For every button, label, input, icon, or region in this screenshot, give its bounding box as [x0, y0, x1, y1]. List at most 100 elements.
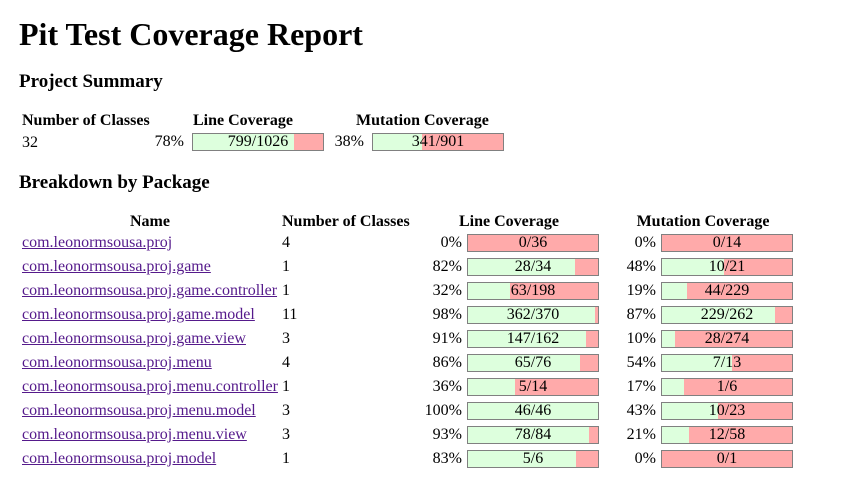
breakdown-classes-header: Number of Classes [282, 213, 410, 230]
summary-line-coverage-header: Line Coverage [193, 112, 293, 129]
breakdown-mutation-coverage-header: Mutation Coverage [636, 213, 770, 230]
package-line-coverage-bar: 65/76 [467, 354, 599, 372]
package-classes-count: 1 [282, 282, 290, 299]
package-classes-count: 3 [282, 402, 290, 419]
package-line-coverage-percent: 93% [432, 426, 462, 443]
package-classes-count: 3 [282, 426, 290, 443]
package-link[interactable]: com.leonormsousa.proj [22, 234, 172, 251]
package-line-coverage-label: 147/162 [506, 330, 560, 347]
package-name-cell: com.leonormsousa.proj.game.view [22, 329, 246, 349]
project-summary-heading: Project Summary [19, 71, 163, 92]
package-link[interactable]: com.leonormsousa.proj.game.view [22, 330, 246, 347]
package-line-coverage-label: 28/34 [514, 258, 552, 275]
package-line-coverage-percent: 36% [432, 378, 462, 395]
summary-classes-value: 32 [22, 134, 38, 151]
package-mutation-coverage-percent: 48% [626, 258, 656, 275]
package-line-coverage-label: 46/46 [514, 402, 552, 419]
package-name-cell: com.leonormsousa.proj.model [22, 449, 216, 469]
package-line-coverage-bar: 0/36 [467, 234, 599, 252]
package-line-coverage-label: 78/84 [514, 426, 552, 443]
summary-mutation-coverage-label: 341/901 [411, 133, 465, 150]
package-mutation-coverage-percent: 43% [626, 402, 656, 419]
summary-line-coverage-bar: 799/1026 [192, 133, 324, 151]
package-mutation-coverage-bar: 44/229 [661, 282, 793, 300]
package-line-coverage-bar: 5/14 [467, 378, 599, 396]
summary-classes-header: Number of Classes [22, 112, 150, 129]
package-mutation-coverage-bar: 28/274 [661, 330, 793, 348]
breakdown-name-header: Name [130, 213, 170, 230]
package-link[interactable]: com.leonormsousa.proj.menu.controller [22, 378, 278, 395]
package-line-coverage-label: 0/36 [518, 234, 548, 251]
package-classes-count: 1 [282, 378, 290, 395]
package-line-coverage-percent: 86% [432, 354, 462, 371]
package-line-coverage-percent: 82% [432, 258, 462, 275]
package-name-cell: com.leonormsousa.proj.menu.model [22, 401, 256, 421]
package-name-cell: com.leonormsousa.proj.game.model [22, 305, 255, 325]
summary-line-coverage-label: 799/1026 [227, 133, 289, 150]
package-mutation-coverage-percent: 17% [626, 378, 656, 395]
package-mutation-coverage-bar: 229/262 [661, 306, 793, 324]
package-line-coverage-percent: 0% [440, 234, 462, 251]
package-line-coverage-bar: 147/162 [467, 330, 599, 348]
package-name-cell: com.leonormsousa.proj [22, 233, 172, 253]
package-link[interactable]: com.leonormsousa.proj.menu.model [22, 402, 256, 419]
package-mutation-coverage-percent: 87% [626, 306, 656, 323]
package-mutation-coverage-bar: 12/58 [661, 426, 793, 444]
package-mutation-coverage-percent: 0% [634, 234, 656, 251]
package-link[interactable]: com.leonormsousa.proj.game [22, 258, 211, 275]
package-mutation-coverage-percent: 21% [626, 426, 656, 443]
breakdown-line-coverage-header: Line Coverage [459, 213, 559, 230]
package-line-coverage-label: 5/6 [522, 450, 544, 467]
package-line-coverage-bar: 5/6 [467, 450, 599, 468]
package-mutation-coverage-percent: 19% [626, 282, 656, 299]
package-classes-count: 4 [282, 234, 290, 251]
package-mutation-coverage-label: 0/1 [716, 450, 738, 467]
package-mutation-coverage-label: 0/14 [712, 234, 742, 251]
breakdown-heading: Breakdown by Package [19, 172, 210, 193]
package-classes-count: 1 [282, 450, 290, 467]
package-mutation-coverage-percent: 0% [634, 450, 656, 467]
summary-line-coverage-percent: 78% [154, 133, 184, 150]
package-mutation-coverage-percent: 10% [626, 330, 656, 347]
package-line-coverage-percent: 100% [424, 402, 462, 419]
package-link[interactable]: com.leonormsousa.proj.menu [22, 354, 212, 371]
summary-mutation-coverage-bar: 341/901 [372, 133, 504, 151]
package-line-coverage-bar: 362/370 [467, 306, 599, 324]
package-link[interactable]: com.leonormsousa.proj.model [22, 450, 216, 467]
package-classes-count: 11 [282, 306, 298, 323]
package-link[interactable]: com.leonormsousa.proj.game.model [22, 306, 255, 323]
package-mutation-coverage-bar: 1/6 [661, 378, 793, 396]
package-line-coverage-percent: 91% [432, 330, 462, 347]
package-mutation-coverage-bar: 10/21 [661, 258, 793, 276]
package-line-coverage-bar: 78/84 [467, 426, 599, 444]
package-link[interactable]: com.leonormsousa.proj.game.controller [22, 282, 277, 299]
package-name-cell: com.leonormsousa.proj.menu.view [22, 425, 247, 445]
package-mutation-coverage-label: 10/23 [708, 402, 746, 419]
package-line-coverage-label: 362/370 [506, 306, 560, 323]
package-mutation-coverage-bar: 0/14 [661, 234, 793, 252]
summary-mutation-coverage-header: Mutation Coverage [356, 112, 489, 129]
package-line-coverage-bar: 63/198 [467, 282, 599, 300]
package-line-coverage-label: 65/76 [514, 354, 552, 371]
package-mutation-coverage-label: 1/6 [716, 378, 738, 395]
package-line-coverage-percent: 32% [432, 282, 462, 299]
package-classes-count: 1 [282, 258, 290, 275]
summary-mutation-coverage-percent: 38% [334, 133, 364, 150]
package-link[interactable]: com.leonormsousa.proj.menu.view [22, 426, 247, 443]
package-mutation-coverage-label: 7/13 [712, 354, 742, 371]
package-line-coverage-label: 63/198 [510, 282, 556, 299]
package-line-coverage-percent: 98% [432, 306, 462, 323]
package-mutation-coverage-percent: 54% [626, 354, 656, 371]
package-mutation-coverage-label: 12/58 [708, 426, 746, 443]
package-mutation-coverage-bar: 10/23 [661, 402, 793, 420]
package-mutation-coverage-label: 10/21 [708, 258, 746, 275]
page-title: Pit Test Coverage Report [19, 16, 363, 52]
package-mutation-coverage-label: 229/262 [700, 306, 754, 323]
package-name-cell: com.leonormsousa.proj.game [22, 257, 211, 277]
package-mutation-coverage-label: 28/274 [704, 330, 750, 347]
package-classes-count: 4 [282, 354, 290, 371]
package-line-coverage-label: 5/14 [518, 378, 548, 395]
package-mutation-coverage-label: 44/229 [704, 282, 750, 299]
package-name-cell: com.leonormsousa.proj.menu [22, 353, 212, 373]
package-mutation-coverage-bar: 7/13 [661, 354, 793, 372]
